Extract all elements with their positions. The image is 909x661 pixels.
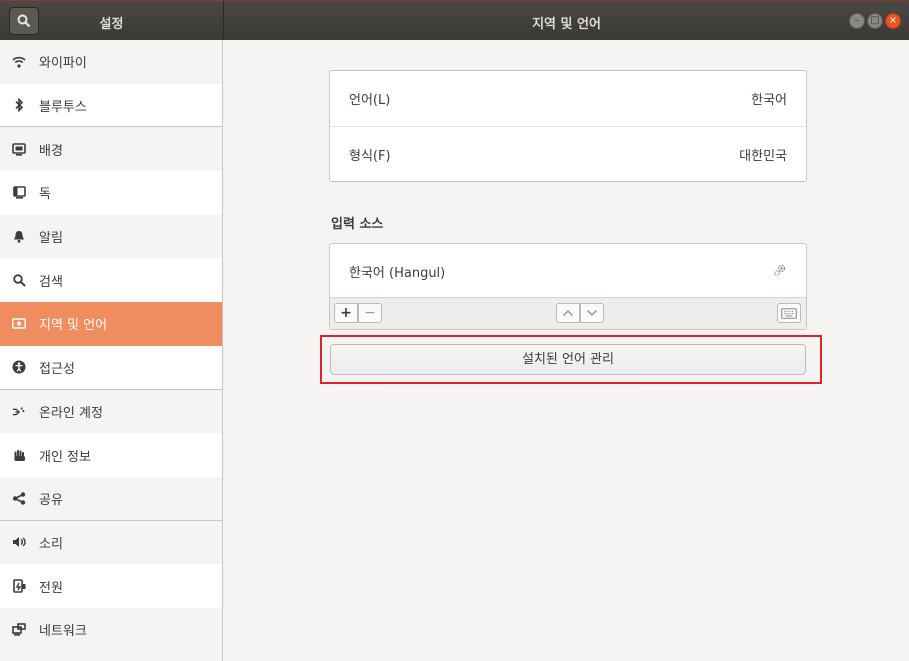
move-up-button[interactable] <box>556 303 580 323</box>
sidebar-item-search[interactable]: 검색 <box>0 258 222 303</box>
input-source-row[interactable]: 한국어 (Hangul) <box>330 244 806 299</box>
bluetooth-icon <box>12 98 26 113</box>
header-bar: 설정 지역 및 언어 – □ × <box>0 0 909 40</box>
sidebar-item-label: 와이파이 <box>39 56 87 72</box>
sidebar-item-label: 독 <box>39 187 51 203</box>
sidebar-item-dock[interactable]: 독 <box>0 171 222 215</box>
language-label: 언어(L) <box>349 93 391 108</box>
sidebar-header: 설정 <box>0 1 224 40</box>
sidebar-item-label: 검색 <box>39 274 63 290</box>
remove-input-source-button[interactable]: − <box>358 303 382 323</box>
sidebar-item-label: 온라인 계정 <box>39 405 103 421</box>
wifi-icon <box>12 55 26 69</box>
language-value: 한국어 <box>751 93 787 108</box>
manage-installed-languages-button[interactable]: 설치된 언어 관리 <box>330 344 806 375</box>
settings-title: 설정 <box>99 17 124 32</box>
sidebar-item-label: 개인 정보 <box>39 449 91 465</box>
search-icon <box>12 273 26 287</box>
sidebar-item-label: 네트워크 <box>39 624 87 640</box>
main-panel: 언어(L) 한국어 형식(F) 대한민국 입력 소스 한국어 (Hangul) … <box>224 40 909 661</box>
maximize-button[interactable]: □ <box>867 13 883 29</box>
sidebar-item-label: 알림 <box>39 231 63 247</box>
minimize-icon: – <box>854 15 860 26</box>
sidebar-item-privacy[interactable]: 개인 정보 <box>0 433 222 477</box>
sidebar-item-label: 지역 및 언어 <box>39 318 108 334</box>
close-button[interactable]: × <box>885 13 901 29</box>
sidebar-item-label: 배경 <box>39 143 63 159</box>
chevron-up-icon <box>562 309 574 317</box>
page-title: 지역 및 언어 <box>532 17 601 32</box>
sidebar-item-label: 소리 <box>39 536 63 552</box>
language-row[interactable]: 언어(L) 한국어 <box>330 71 806 126</box>
input-sources-heading: 입력 소스 <box>331 217 384 232</box>
sidebar-item-label: 공유 <box>39 492 63 508</box>
input-sources-toolbar: + − <box>330 297 806 329</box>
sidebar-item-label: 블루투스 <box>39 99 87 115</box>
online-accounts-icon <box>12 404 26 418</box>
formats-value: 대한민국 <box>739 148 787 164</box>
input-source-label: 한국어 (Hangul) <box>349 266 446 281</box>
chevron-down-icon <box>586 309 598 317</box>
keyboard-layout-button[interactable] <box>777 303 801 323</box>
sidebar-item-background[interactable]: 배경 <box>0 127 222 171</box>
close-icon: × <box>888 15 898 26</box>
sidebar-item-power[interactable]: 전원 <box>0 564 222 608</box>
sidebar-item-region-language[interactable]: 지역 및 언어 <box>0 302 222 346</box>
sidebar-item-label: 전원 <box>39 580 63 596</box>
sidebar-item-bluetooth[interactable]: 블루투스 <box>0 83 222 128</box>
minimize-button[interactable]: – <box>849 13 865 29</box>
settings-window: 설정 지역 및 언어 – □ × 와이파이 블루투스 배경 독 알림 검색 지역… <box>0 0 909 661</box>
sidebar-item-wifi[interactable]: 와이파이 <box>0 40 222 84</box>
sidebar-item-sound[interactable]: 소리 <box>0 521 222 565</box>
speaker-icon <box>12 535 26 549</box>
input-sources-card: 한국어 (Hangul) + − <box>329 243 807 330</box>
background-icon <box>12 142 26 156</box>
sidebar-item-network[interactable]: 네트워크 <box>0 608 222 652</box>
sidebar-item-notifications[interactable]: 알림 <box>0 215 222 259</box>
sidebar-item-label: 접근성 <box>39 361 75 377</box>
sidebar-item-sharing[interactable]: 공유 <box>0 477 222 521</box>
region-flag-icon <box>12 317 26 331</box>
bell-icon <box>12 230 26 244</box>
share-icon <box>12 491 26 505</box>
keyboard-icon <box>781 307 797 319</box>
maximize-icon: □ <box>870 15 880 26</box>
sidebar-item-accessibility[interactable]: 접근성 <box>0 345 222 390</box>
dock-icon <box>12 186 26 200</box>
formats-row[interactable]: 형식(F) 대한민국 <box>330 126 806 181</box>
add-input-source-button[interactable]: + <box>334 303 358 323</box>
language-format-card: 언어(L) 한국어 형식(F) 대한민국 <box>329 70 807 182</box>
accessibility-icon <box>12 360 26 374</box>
move-down-button[interactable] <box>580 303 604 323</box>
formats-label: 형식(F) <box>349 148 391 164</box>
network-icon <box>12 623 26 637</box>
privacy-hand-icon <box>12 448 26 462</box>
gear-icon[interactable] <box>773 263 787 281</box>
sidebar: 와이파이 블루투스 배경 독 알림 검색 지역 및 언어 접근성 온라인 계정 … <box>0 40 223 661</box>
power-icon <box>12 579 26 593</box>
sidebar-item-online-accounts[interactable]: 온라인 계정 <box>0 390 222 434</box>
